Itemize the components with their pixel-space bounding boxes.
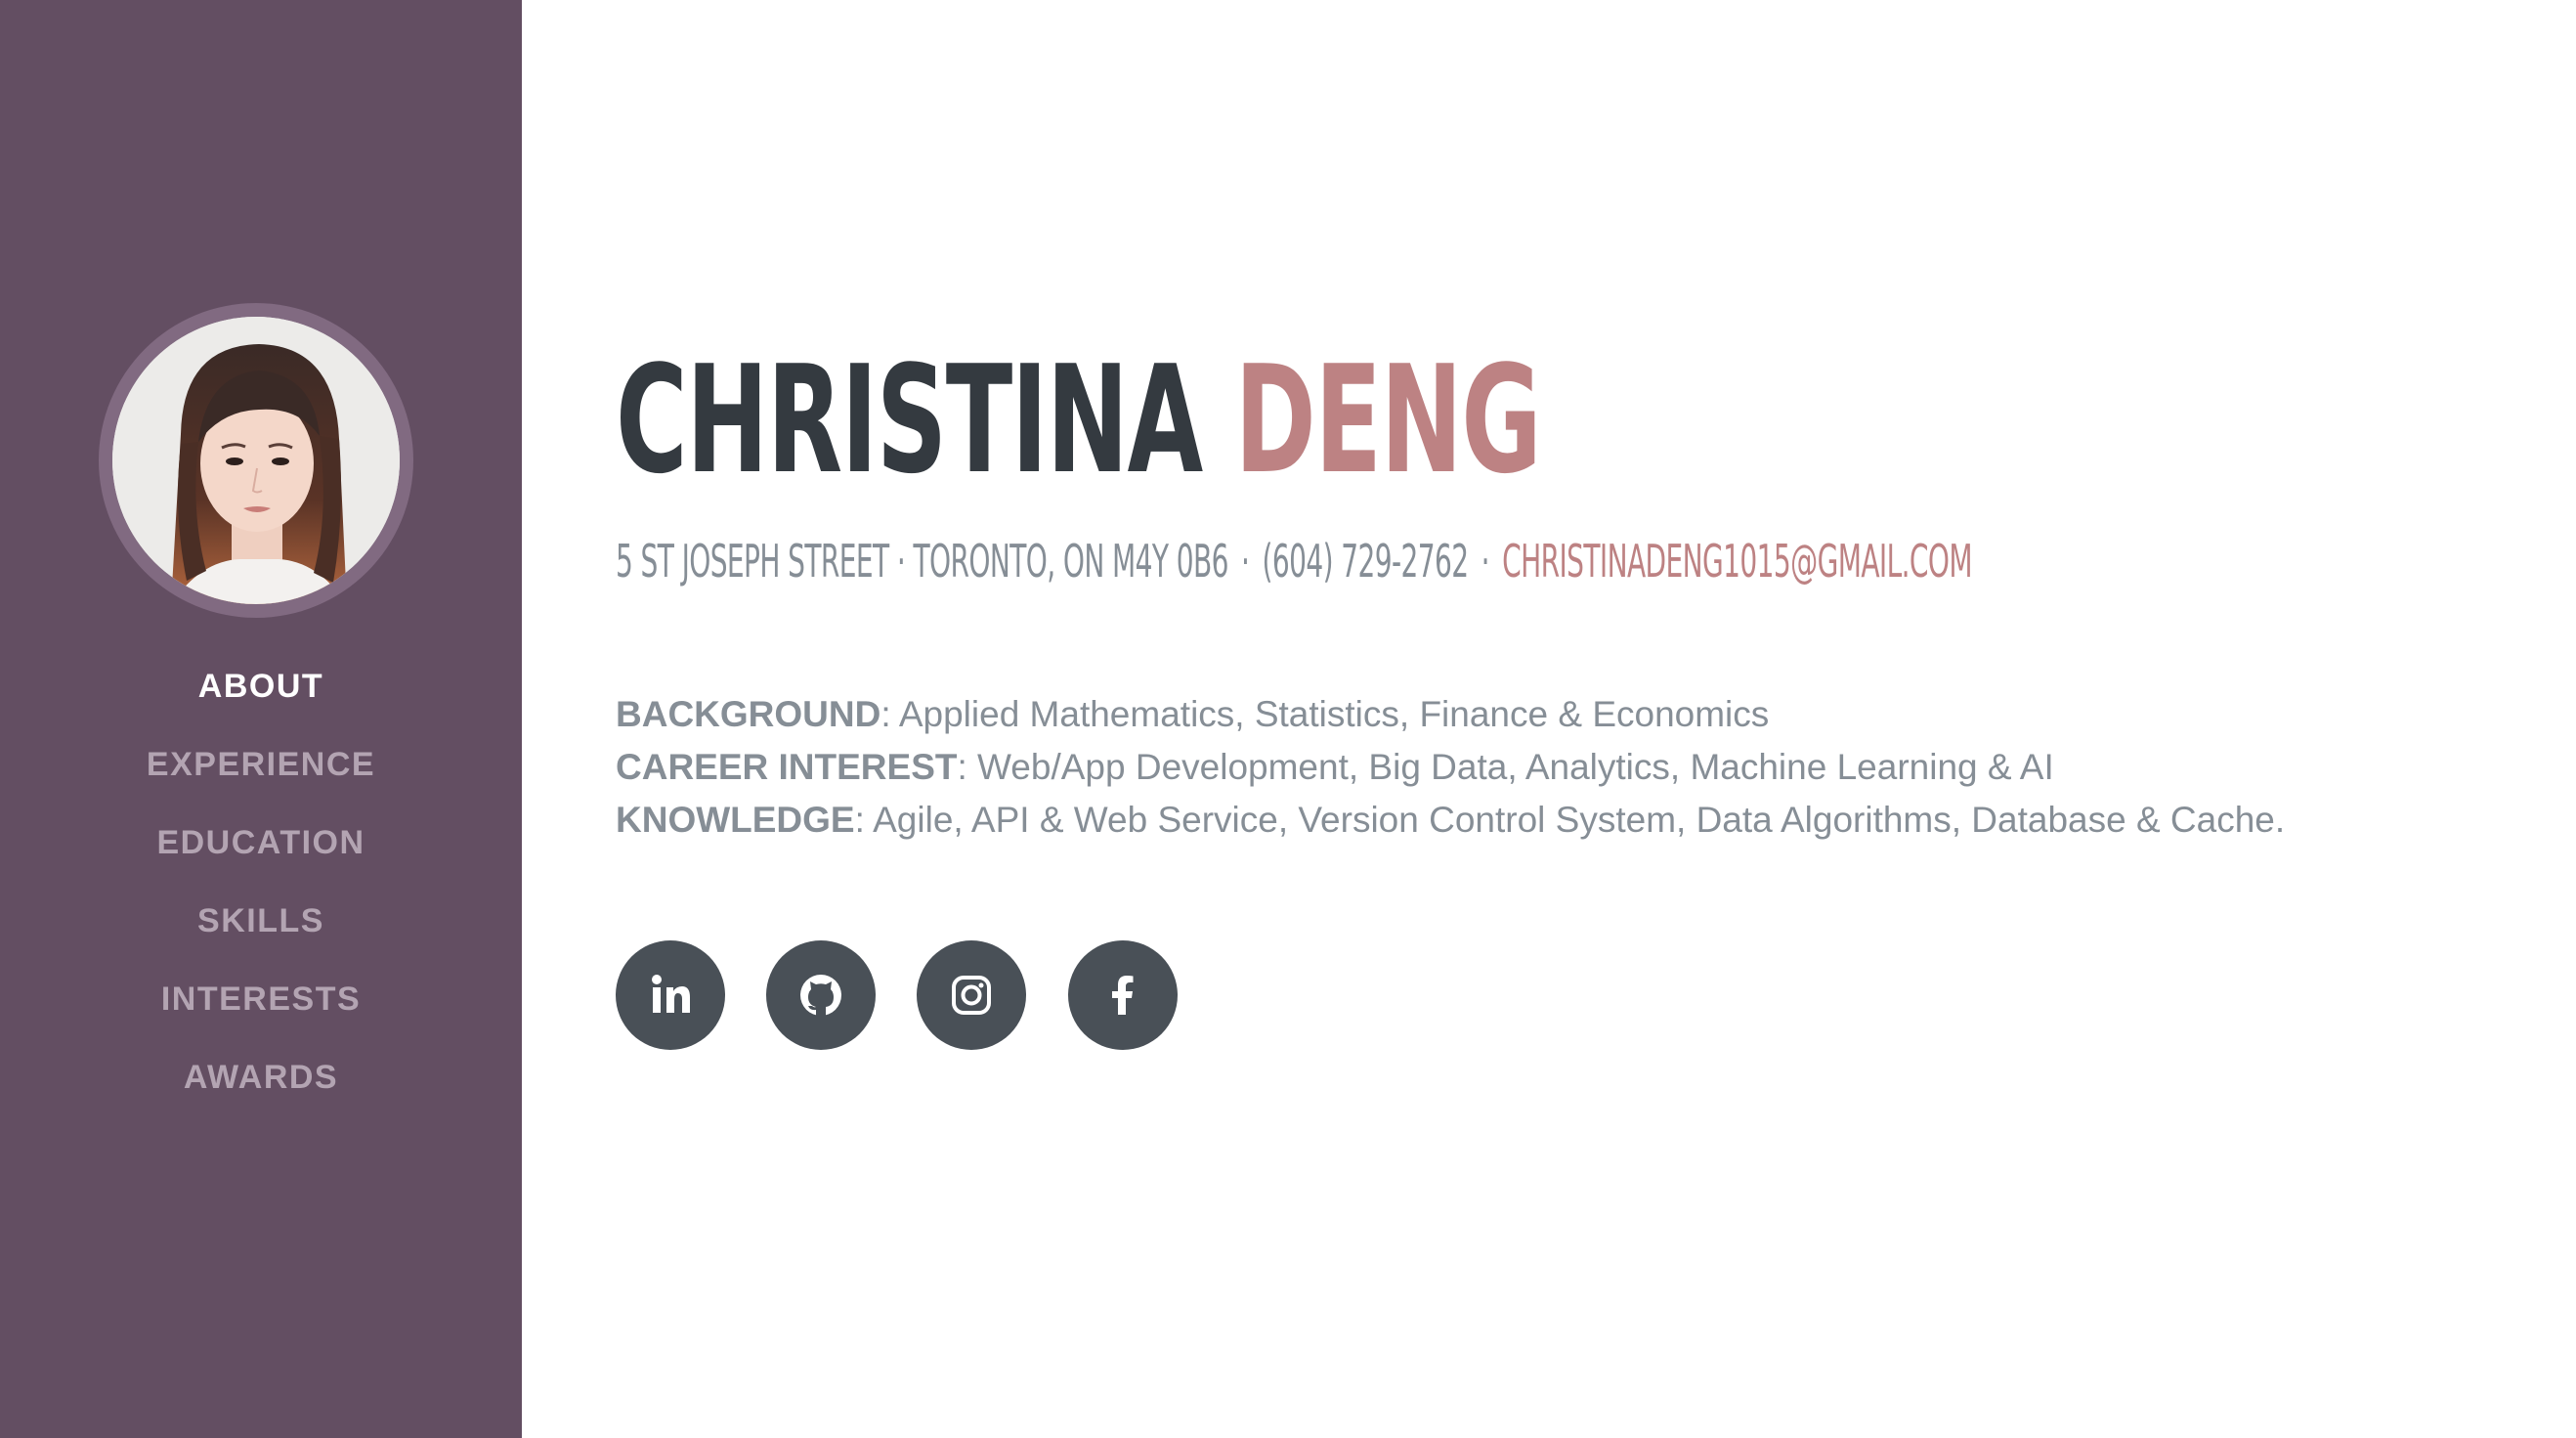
nav-item-interests[interactable]: INTERESTS — [0, 980, 522, 1019]
facebook-button[interactable] — [1068, 940, 1178, 1050]
bio-row-knowledge: KNOWLEDGE: Agile, API & Web Service, Ver… — [616, 794, 2531, 847]
address: 5 ST JOSEPH STREET · TORONTO, ON M4Y 0B6 — [616, 535, 1228, 588]
bio-value: : Agile, API & Web Service, Version Cont… — [854, 800, 2286, 840]
facebook-icon — [1112, 976, 1134, 1015]
nav-item-skills[interactable]: SKILLS — [0, 901, 522, 940]
sidebar: ABOUT EXPERIENCE EDUCATION SKILLS INTERE… — [0, 0, 522, 1438]
bio-row-career-interest: CAREER INTEREST: Web/App Development, Bi… — [616, 741, 2531, 794]
bio-row-background: BACKGROUND: Applied Mathematics, Statist… — [616, 688, 2531, 741]
nav-item-about[interactable]: ABOUT — [0, 667, 522, 706]
linkedin-icon — [652, 975, 690, 1013]
instagram-icon — [952, 976, 991, 1015]
separator: · — [1481, 535, 1490, 588]
first-name: CHRISTINA — [616, 333, 1203, 506]
avatar — [112, 317, 400, 604]
contact-line: 5 ST JOSEPH STREET · TORONTO, ON M4Y 0B6… — [616, 534, 1973, 588]
github-button[interactable] — [766, 940, 876, 1050]
avatar-photo — [112, 317, 400, 604]
bio-value: : Applied Mathematics, Statistics, Finan… — [880, 694, 1770, 734]
phone: (604) 729-2762 — [1262, 535, 1470, 588]
nav-item-education[interactable]: EDUCATION — [0, 823, 522, 862]
nav-item-awards[interactable]: AWARDS — [0, 1058, 522, 1097]
bio-key: CAREER INTEREST — [616, 747, 958, 787]
avatar-ring — [99, 303, 413, 618]
bio-key: BACKGROUND — [616, 694, 881, 734]
last-name: DENG — [1234, 333, 1541, 506]
resume-page: ABOUT EXPERIENCE EDUCATION SKILLS INTERE… — [0, 0, 2576, 1438]
linkedin-button[interactable] — [616, 940, 725, 1050]
bio: BACKGROUND: Applied Mathematics, Statist… — [616, 688, 2531, 847]
email-link[interactable]: CHRISTINADENG1015@GMAIL.COM — [1502, 535, 1972, 588]
instagram-button[interactable] — [917, 940, 1026, 1050]
page-title: CHRISTINA DENG — [616, 332, 1542, 508]
separator: · — [1241, 535, 1250, 588]
github-icon — [800, 975, 841, 1016]
bio-value: : Web/App Development, Big Data, Analyti… — [957, 747, 2054, 787]
nav-item-experience[interactable]: EXPERIENCE — [0, 745, 522, 784]
bio-key: KNOWLEDGE — [616, 800, 855, 840]
